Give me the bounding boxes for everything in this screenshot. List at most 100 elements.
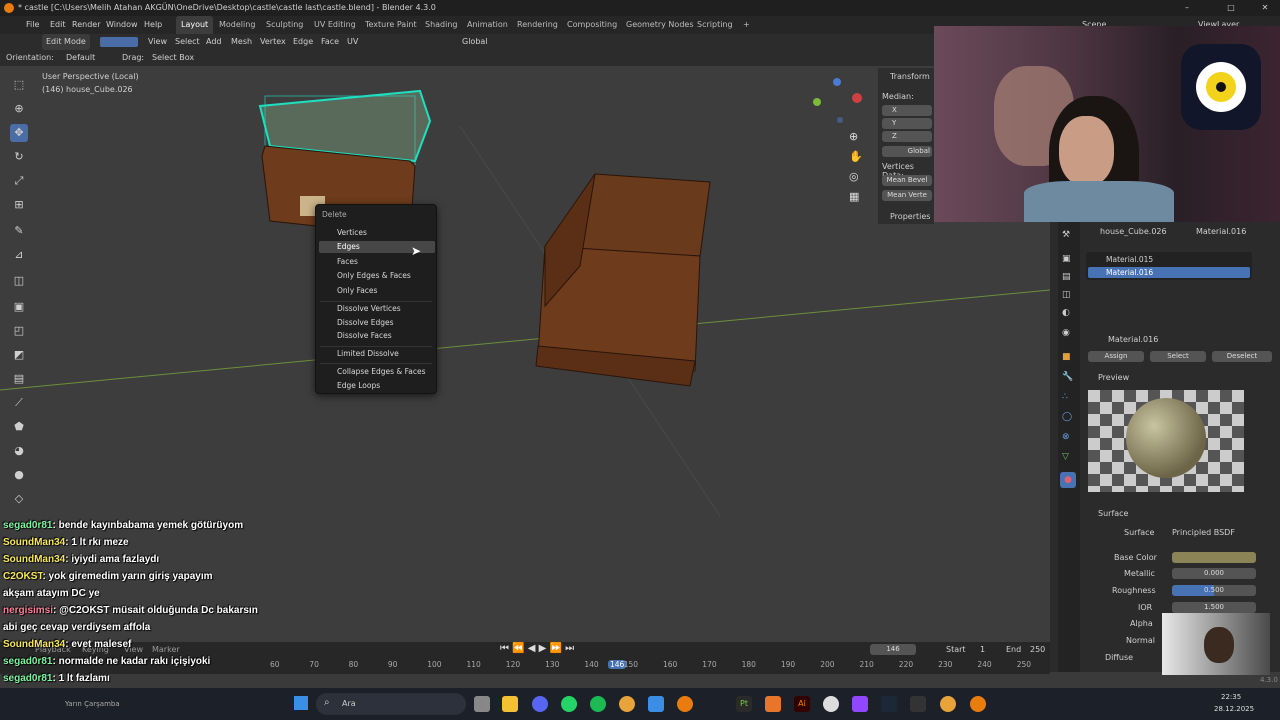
properties-panel-title[interactable]: Properties (890, 212, 930, 221)
shrink-tool-icon[interactable]: ◇ (10, 490, 28, 508)
menu-mesh[interactable]: Mesh (227, 34, 256, 50)
edge-loops-item[interactable]: Edge Loops (319, 380, 435, 392)
chrome-icon[interactable] (619, 696, 635, 712)
menu-view[interactable]: View (144, 34, 171, 50)
tab-sculpting[interactable]: Sculpting (261, 16, 308, 34)
menu-window[interactable]: Window (102, 16, 142, 34)
chrome-icon-2[interactable] (940, 696, 956, 712)
limited-dissolve-item[interactable]: Limited Dissolve (319, 348, 435, 360)
mean-bevel-field[interactable]: Mean Bevel (882, 175, 932, 186)
assign-button[interactable]: Assign (1088, 351, 1144, 362)
current-frame-field[interactable]: 146 (870, 644, 916, 655)
task-view-icon[interactable] (474, 696, 490, 712)
transform-orientation-selector[interactable]: Global (458, 34, 492, 50)
menu-edge[interactable]: Edge (289, 34, 317, 50)
twitch-icon[interactable] (852, 696, 868, 712)
move-tool-icon[interactable]: ✥ (10, 124, 28, 142)
maximize-button[interactable]: □ (1224, 0, 1238, 16)
dissolve-faces-item[interactable]: Dissolve Faces (319, 330, 435, 342)
rotate-tool-icon[interactable]: ↻ (10, 148, 28, 166)
loop-cut-tool-icon[interactable]: ▤ (10, 370, 28, 388)
mode-selector[interactable]: Edit Mode (42, 34, 90, 50)
grid-view-icon[interactable]: ▦ (849, 190, 859, 203)
tab-rendering[interactable]: Rendering (512, 16, 563, 34)
pan-hand-icon[interactable]: ✋ (849, 150, 863, 163)
collapse-edges-faces-item[interactable]: Collapse Edges & Faces (319, 366, 435, 378)
particles-tab-icon[interactable]: ∴ (1062, 392, 1068, 402)
end-value[interactable]: 250 (1030, 645, 1045, 654)
median-z-field[interactable]: Z (882, 131, 932, 142)
app-icon[interactable] (648, 696, 664, 712)
blender-taskbar-icon[interactable] (677, 696, 693, 712)
drag-selector[interactable]: Select Box (148, 50, 198, 66)
surface-shader-field[interactable]: Principled BSDF (1172, 528, 1235, 537)
steam-icon[interactable] (881, 696, 897, 712)
menu-file[interactable]: File (22, 16, 43, 34)
playback-controls[interactable]: ⏮ ⏪ ◀ ▶ ⏩ ⏭ (500, 643, 574, 654)
extrude-tool-icon[interactable]: ▣ (10, 298, 28, 316)
add-cube-tool-icon[interactable]: ◫ (10, 272, 28, 290)
view-layer-tab-icon[interactable]: ◫ (1062, 290, 1071, 300)
ior-field[interactable]: 1.500 (1172, 602, 1256, 613)
menu-select[interactable]: Select (171, 34, 204, 50)
median-x-field[interactable]: X (882, 105, 932, 116)
delete-only-faces-item[interactable]: Only Faces (319, 285, 435, 297)
add-workspace-button[interactable]: + (738, 16, 755, 34)
inset-tool-icon[interactable]: ◰ (10, 322, 28, 340)
select-mode-buttons[interactable] (100, 37, 138, 47)
transform-tool-icon[interactable]: ⊞ (10, 196, 28, 214)
menu-face[interactable]: Face (317, 34, 343, 50)
knife-tool-icon[interactable]: ⟋ (10, 394, 28, 412)
obs-icon[interactable] (823, 696, 839, 712)
tab-layout[interactable]: Layout (176, 16, 214, 34)
delete-vertices-item[interactable]: Vertices (319, 227, 435, 239)
discord-icon[interactable] (532, 696, 548, 712)
tab-scripting[interactable]: Scripting (692, 16, 738, 34)
tab-texture-paint[interactable]: Texture Paint (360, 16, 422, 34)
spin-tool-icon[interactable]: ◕ (10, 442, 28, 460)
start-value[interactable]: 1 (980, 645, 985, 654)
camera-view-icon[interactable]: ◎ (849, 170, 859, 183)
taskbar-search-box[interactable]: ⌕ Ara (316, 693, 466, 715)
start-icon[interactable] (294, 696, 308, 710)
world-tab-icon[interactable]: ◉ (1062, 328, 1070, 338)
transform-panel-title[interactable]: Transform (890, 72, 930, 81)
physics-tab-icon[interactable]: ◯ (1062, 412, 1072, 422)
illustrator-icon[interactable]: Ai (794, 696, 810, 712)
scene-tab-icon[interactable]: ◐ (1062, 308, 1070, 318)
annotate-tool-icon[interactable]: ✎ (10, 222, 28, 240)
object-tab-icon[interactable]: ■ (1062, 352, 1071, 362)
constraints-tab-icon[interactable]: ⊗ (1062, 432, 1070, 442)
output-tab-icon[interactable]: ▤ (1062, 272, 1071, 282)
select-box-tool-icon[interactable]: ⬚ (10, 76, 28, 94)
delete-only-edges-faces-item[interactable]: Only Edges & Faces (319, 270, 435, 282)
menu-render[interactable]: Render (68, 16, 104, 34)
surface-panel-title[interactable]: Surface (1098, 509, 1128, 518)
preview-panel-title[interactable]: Preview (1098, 373, 1129, 382)
zoom-icon[interactable]: ⊕ (849, 130, 858, 143)
mean-vertex-field[interactable]: Mean Verte (882, 190, 932, 201)
tab-modeling[interactable]: Modeling (214, 16, 260, 34)
median-y-field[interactable]: Y (882, 118, 932, 129)
tool-tab-icon[interactable]: ⚒ (1062, 230, 1070, 240)
scale-tool-icon[interactable]: ⤢ (10, 172, 28, 190)
diffuse-panel-title[interactable]: Diffuse (1105, 653, 1133, 662)
tab-geometry-nodes[interactable]: Geometry Nodes (621, 16, 698, 34)
global-toggle[interactable]: Global (882, 146, 932, 157)
menu-add[interactable]: Add (202, 34, 226, 50)
smooth-tool-icon[interactable]: ● (10, 466, 28, 484)
poly-build-tool-icon[interactable]: ⬟ (10, 418, 28, 436)
base-color-swatch[interactable] (1172, 552, 1256, 563)
menu-vertex[interactable]: Vertex (256, 34, 290, 50)
menu-uv[interactable]: UV (343, 34, 362, 50)
epic-games-icon[interactable] (910, 696, 926, 712)
modifier-tab-icon[interactable]: 🔧 (1062, 372, 1073, 382)
dissolve-edges-item[interactable]: Dissolve Edges (319, 317, 435, 329)
tab-uv-editing[interactable]: UV Editing (309, 16, 361, 34)
deselect-button[interactable]: Deselect (1212, 351, 1272, 362)
substance-painter-icon[interactable]: Pt (736, 696, 752, 712)
select-button[interactable]: Select (1150, 351, 1206, 362)
menu-help[interactable]: Help (140, 16, 166, 34)
spotify-icon[interactable] (590, 696, 606, 712)
data-tab-icon[interactable]: ▽ (1062, 452, 1069, 462)
